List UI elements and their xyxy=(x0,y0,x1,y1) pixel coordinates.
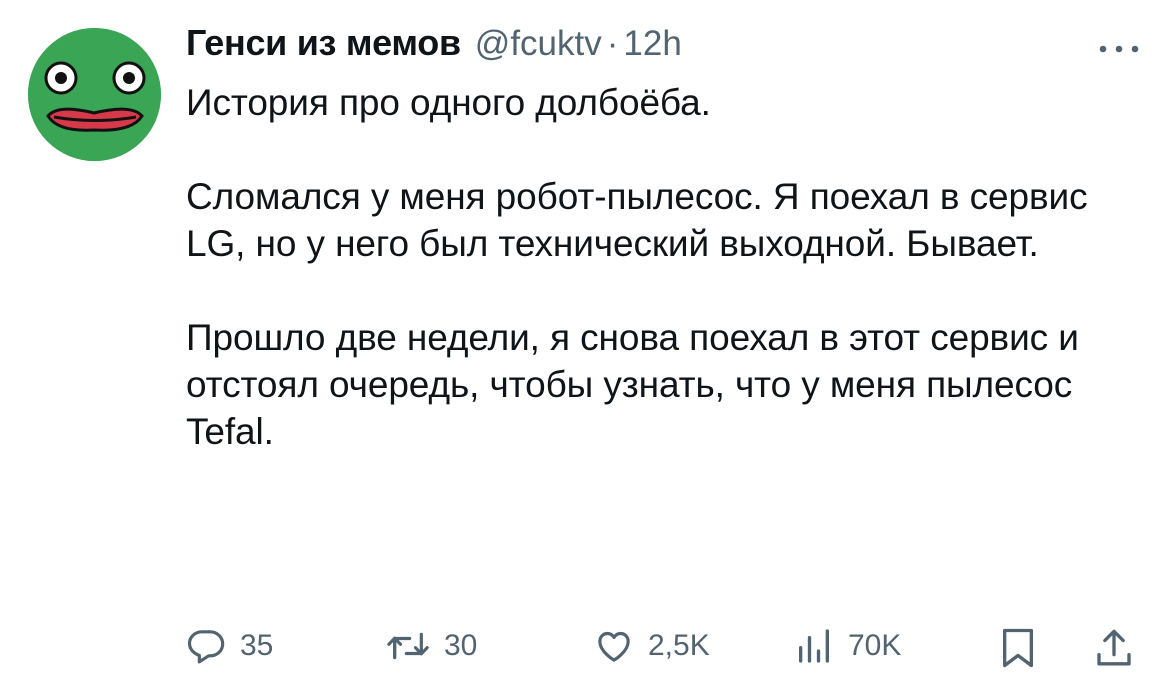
bookmark-icon xyxy=(1003,628,1033,668)
tweet-time[interactable]: 12h xyxy=(623,24,681,64)
views-count: 70K xyxy=(848,629,902,662)
share-button[interactable] xyxy=(1094,626,1134,670)
analytics-icon xyxy=(799,629,829,663)
separator-dot: · xyxy=(606,24,619,63)
reply-icon xyxy=(187,630,225,664)
more-options-icon[interactable] xyxy=(1097,42,1141,56)
retweet-icon xyxy=(387,632,429,660)
tweet-header: Генси из мемов @fcuktv · 12h xyxy=(186,22,1141,72)
like-count: 2,5K xyxy=(648,629,710,662)
retweet-button[interactable]: 30 xyxy=(386,626,477,666)
frog-face-avatar-icon xyxy=(28,28,161,161)
bookmark-button[interactable] xyxy=(998,626,1038,670)
tweet-text: История про одного долбоёба. Сломался у … xyxy=(186,82,1088,452)
share-icon xyxy=(1097,629,1131,666)
author-handle[interactable]: @fcuktv xyxy=(475,24,602,64)
reply-count: 35 xyxy=(240,629,274,662)
heart-icon xyxy=(598,631,630,662)
avatar[interactable] xyxy=(28,28,161,161)
like-button[interactable]: 2,5K xyxy=(594,626,710,666)
retweet-count: 30 xyxy=(444,629,478,662)
views-button[interactable]: 70K xyxy=(794,626,901,666)
author-name[interactable]: Генси из мемов xyxy=(186,22,461,64)
tweet-content: Генси из мемов @fcuktv · 12h История про… xyxy=(186,22,1141,455)
tweet-actions: 35 30 2,5K 70K xyxy=(186,626,1146,676)
reply-button[interactable]: 35 xyxy=(186,626,273,666)
